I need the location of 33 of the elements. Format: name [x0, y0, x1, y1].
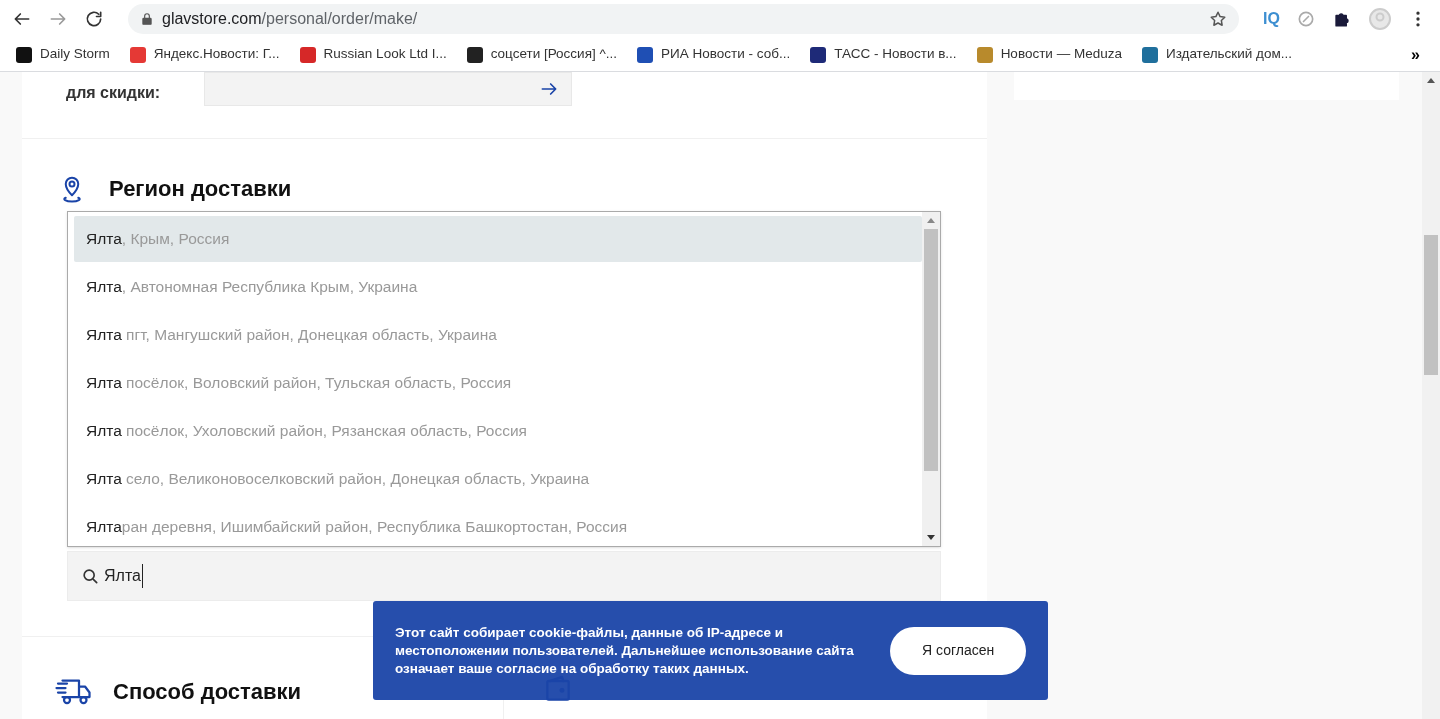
- search-value: Ялта: [104, 564, 143, 588]
- bookmark-link[interactable]: Russian Look Ltd I...: [299, 44, 447, 65]
- search-icon: [80, 566, 100, 586]
- reload-icon[interactable]: [84, 9, 104, 29]
- bookmark-link[interactable]: РИА Новости - соб...: [637, 44, 791, 65]
- agree-button[interactable]: Я согласен: [890, 626, 1026, 675]
- bookmark-link[interactable]: ТАСС - Новости в...: [810, 44, 957, 65]
- region-heading: Регион доставки: [109, 175, 292, 203]
- url-text: glavstore.com/personal/order/make/: [162, 9, 418, 29]
- scroll-down-arrow-icon[interactable]: [927, 535, 935, 540]
- scrollbar-thumb[interactable]: [1424, 235, 1438, 375]
- search-field[interactable]: Ялта: [67, 551, 941, 601]
- bookmark-link[interactable]: Daily Storm: [16, 44, 110, 65]
- scrollbar-thumb[interactable]: [924, 229, 938, 471]
- bookmark-link[interactable]: Издательский дом...: [1141, 44, 1293, 65]
- suggestion-option[interactable]: Ялта, Крым, Россия: [74, 216, 922, 262]
- star-icon[interactable]: [1209, 10, 1228, 28]
- delivery-heading: Способ доставки: [113, 678, 302, 706]
- dropdown-scrollbar[interactable]: [922, 212, 940, 546]
- coupon-label: для скидки:: [66, 83, 161, 103]
- bookmark-link[interactable]: соцсети [Россия] ^...: [466, 44, 618, 65]
- page-scrollbar[interactable]: [1422, 72, 1440, 719]
- scroll-up-arrow-icon[interactable]: [927, 218, 935, 223]
- bookmark-link[interactable]: Новости — Meduza: [976, 44, 1122, 65]
- more-bookmarks[interactable]: »: [1411, 42, 1420, 67]
- address-bar[interactable]: glavstore.com/personal/order/make/: [128, 4, 1240, 34]
- lock-icon: [140, 12, 154, 26]
- coupon-field[interactable]: [204, 72, 572, 106]
- scroll-up-arrow-icon[interactable]: [1427, 78, 1435, 83]
- circle-slash-icon[interactable]: [1296, 9, 1316, 29]
- avatar-icon[interactable]: [1368, 7, 1392, 31]
- cookie-notice-text: Этот сайт собирает cookie-файлы, данные об IP-адресе и местоположении пользователей. Дальнейшее использование сайта означает ваше согласие на обработку таких данных.: [395, 623, 855, 678]
- bookmark-link[interactable]: Яндекс.Новости: Г...: [129, 44, 280, 65]
